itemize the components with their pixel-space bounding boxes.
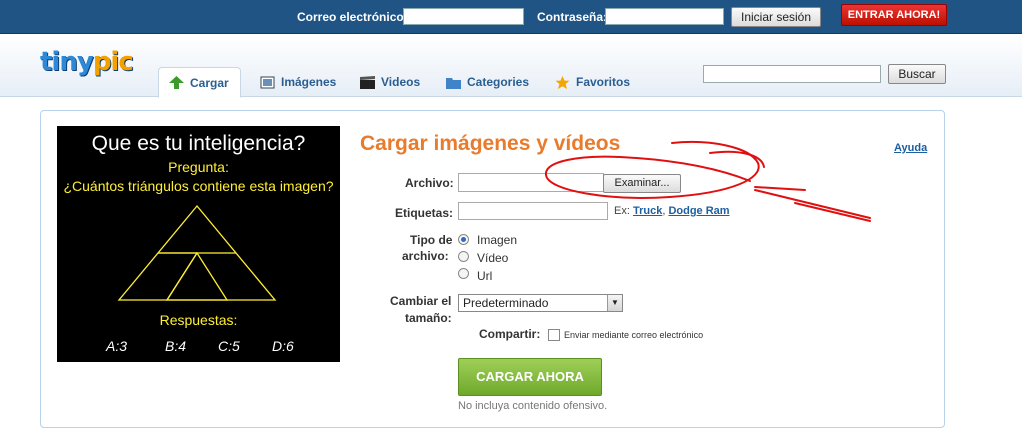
share-email-label: Enviar mediante correo electrónico <box>564 330 704 340</box>
tags-hint-prefix: Ex: <box>614 205 630 217</box>
tags-input[interactable] <box>458 202 608 220</box>
radio-video-label: Vídeo <box>477 251 509 265</box>
radio-url[interactable] <box>458 268 469 279</box>
browse-button[interactable]: Examinar... <box>603 174 681 193</box>
tab-label: Favoritos <box>576 75 631 89</box>
tag-example-link[interactable]: Truck <box>633 205 662 217</box>
password-label: Contraseña: <box>537 10 608 24</box>
tags-label: Etiquetas: <box>395 206 454 220</box>
tab-label: Categories <box>467 75 530 89</box>
search-input[interactable] <box>703 65 881 83</box>
triangle-figure <box>117 204 277 301</box>
tab-label: Cargar <box>190 75 229 90</box>
tags-hint: Ex: Truck, Dodge Ram <box>614 205 730 217</box>
tab-label: Imágenes <box>281 75 337 89</box>
page-title: Cargar imágenes y vídeos <box>360 132 621 155</box>
radio-video[interactable] <box>458 251 469 262</box>
radio-imagen[interactable] <box>458 234 469 245</box>
share-email-checkbox[interactable] <box>548 329 560 341</box>
radio-imagen-label: Imagen <box>477 233 518 247</box>
tab-cargar[interactable]: Cargar <box>158 67 241 98</box>
ad-answer: D:6 <box>272 338 294 354</box>
tab-imagenes[interactable]: Imágenes <box>250 67 346 97</box>
tab-videos[interactable]: Videos <box>350 67 430 97</box>
filetype-label: archivo: <box>402 249 449 263</box>
tab-categories[interactable]: Categories <box>436 67 539 97</box>
signup-button[interactable]: ENTRAR AHORA! <box>841 4 947 26</box>
file-input[interactable] <box>458 173 604 192</box>
password-field[interactable] <box>605 8 724 25</box>
folder-icon <box>446 77 461 89</box>
search-button[interactable]: Buscar <box>888 64 946 84</box>
resize-label: tamaño: <box>405 311 452 325</box>
star-icon <box>555 75 570 89</box>
upload-now-button[interactable]: CARGAR AHORA <box>458 358 602 396</box>
header: tinypic Cargar Imágenes Videos Categorie… <box>0 35 1022 98</box>
email-label: Correo electrónico: <box>297 10 408 24</box>
tinypic-logo[interactable]: tinypic <box>40 47 134 77</box>
help-link[interactable]: Ayuda <box>894 142 927 154</box>
filetype-label: Tipo de <box>410 233 453 247</box>
ad-answer: B:4 <box>165 338 187 354</box>
ad-answer: C:5 <box>218 338 240 354</box>
top-login-bar: Correo electrónico: Contraseña: Iniciar … <box>0 0 1022 34</box>
images-icon <box>260 76 275 88</box>
ad-banner[interactable]: Que es tu inteligencia? Pregunta: ¿Cuánt… <box>57 126 340 362</box>
ad-prompt-text: ¿Cuántos triángulos contiene esta imagen… <box>63 178 334 194</box>
email-field[interactable] <box>403 8 524 25</box>
file-label: Archivo: <box>405 176 454 190</box>
tag-example-link[interactable]: Dodge Ram <box>668 205 729 217</box>
ad-answers-title: Respuestas: <box>159 312 238 328</box>
up-arrow-icon <box>169 76 184 89</box>
ad-prompt-title: Pregunta: <box>168 159 229 175</box>
share-label: Compartir: <box>479 327 541 341</box>
tags-hint-separator: , <box>662 205 666 217</box>
ad-answer: A:3 <box>106 338 128 354</box>
resize-label: Cambiar el <box>390 294 452 308</box>
login-button[interactable]: Iniciar sesión <box>731 7 821 27</box>
chevron-down-icon[interactable]: ▼ <box>607 295 622 311</box>
clapper-icon <box>360 75 375 89</box>
tab-favoritos[interactable]: Favoritos <box>545 67 640 97</box>
resize-select[interactable]: Predeterminado ▼ <box>458 294 623 312</box>
radio-url-label: Url <box>477 269 493 283</box>
content-note: No incluya contenido ofensivo. <box>458 400 608 412</box>
tab-label: Videos <box>381 75 421 89</box>
resize-selected-value: Predeterminado <box>463 296 549 310</box>
ad-question: Que es tu inteligencia? <box>91 132 306 155</box>
